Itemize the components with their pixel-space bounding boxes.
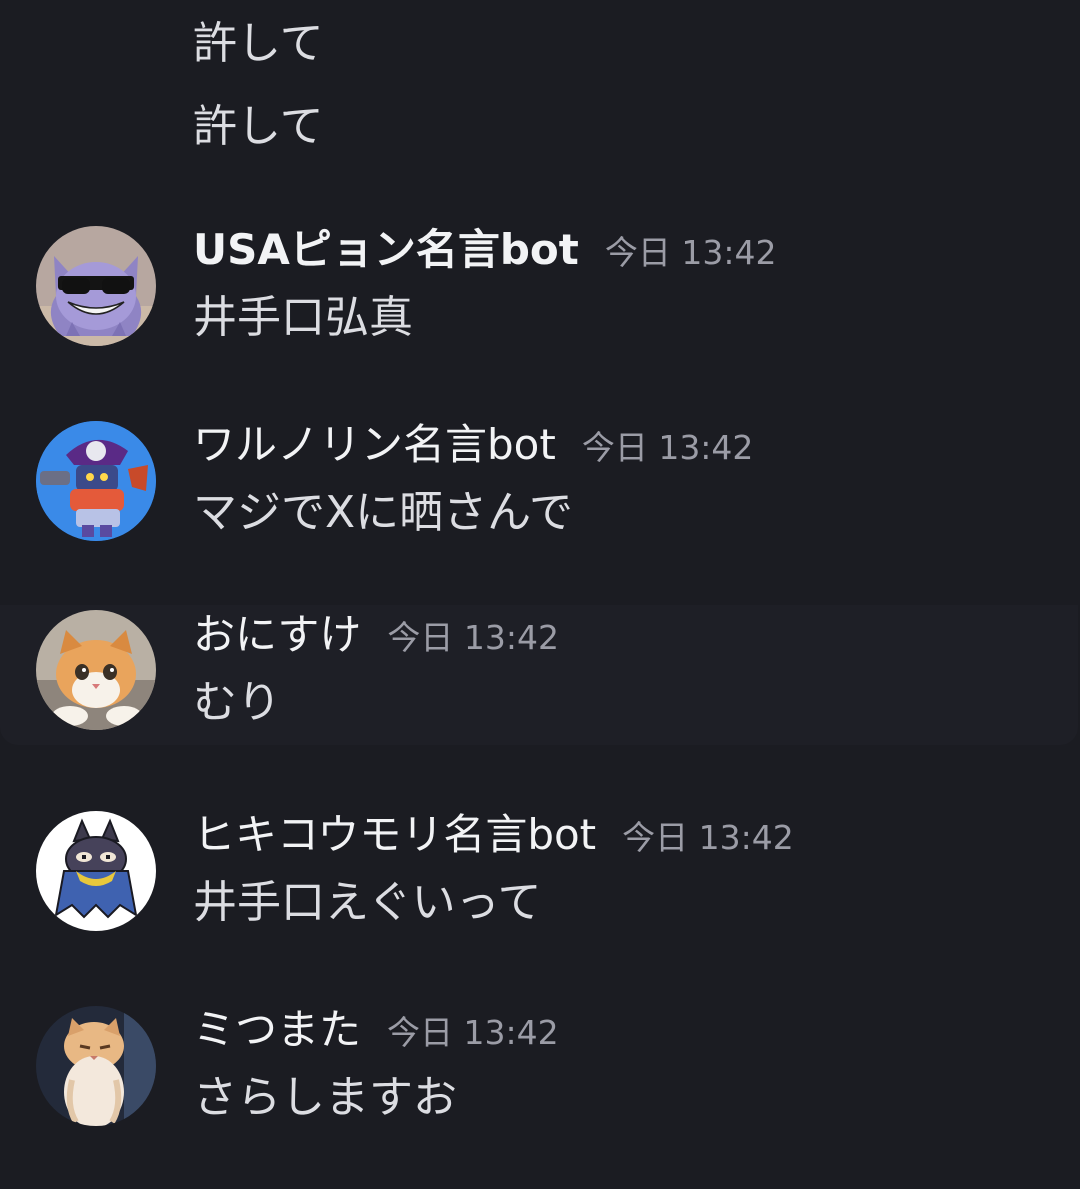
message-content: 井手口弘真 (193, 292, 413, 343)
message-content: マジでXに晒さんで (193, 487, 573, 538)
message-header: ワルノリン名言bot 今日 13:42 (193, 415, 753, 475)
message-timestamp: 今日 13:42 (387, 1013, 559, 1052)
author-name[interactable]: ミつまた (193, 1000, 361, 1060)
message-header: ミつまた 今日 13:42 (193, 1000, 559, 1060)
message-timestamp: 今日 13:42 (622, 818, 794, 857)
author-name[interactable]: ヒキコウモリ名言bot (193, 805, 596, 865)
chat-message-list[interactable]: 許して 許して USAピョン名言bot 今日 13:42 井手口弘真 ワルノリン… (0, 0, 1080, 1189)
message-content: さらしますお (193, 1072, 457, 1123)
kitten-photo-avatar[interactable] (36, 610, 156, 730)
message-header: おにすけ 今日 13:42 (193, 605, 559, 665)
message-content: 井手口えぐいって (193, 877, 542, 928)
author-name[interactable]: USAピョン名言bot (193, 220, 579, 280)
message-item-highlighted[interactable]: おにすけ 今日 13:42 むり (0, 605, 1078, 745)
cat-standing-avatar[interactable] (36, 1006, 156, 1126)
message-item[interactable]: ヒキコウモリ名言bot 今日 13:42 井手口えぐいって (0, 805, 1080, 955)
message-content: むり (193, 677, 281, 728)
author-name[interactable]: ワルノリン名言bot (193, 415, 556, 475)
message-continuation-text: 許して (193, 18, 324, 69)
message-timestamp: 今日 13:42 (581, 428, 754, 467)
author-name[interactable]: おにすけ (193, 605, 361, 665)
message-timestamp: 今日 13:42 (604, 233, 777, 272)
message-item[interactable]: ミつまた 今日 13:42 さらしますお (0, 1000, 1080, 1150)
message-item[interactable]: ワルノリン名言bot 今日 13:42 マジでXに晒さんで (0, 415, 1080, 565)
message-continuation-text: 許して (193, 101, 324, 152)
brawler-character-avatar[interactable] (36, 421, 156, 541)
gengar-sunglasses-avatar[interactable] (36, 226, 156, 346)
message-header: USAピョン名言bot 今日 13:42 (193, 220, 776, 280)
message-timestamp: 今日 13:42 (387, 618, 560, 657)
bat-character-avatar[interactable] (36, 811, 156, 931)
message-item[interactable]: USAピョン名言bot 今日 13:42 井手口弘真 (0, 220, 1080, 370)
message-header: ヒキコウモリ名言bot 今日 13:42 (193, 805, 794, 865)
